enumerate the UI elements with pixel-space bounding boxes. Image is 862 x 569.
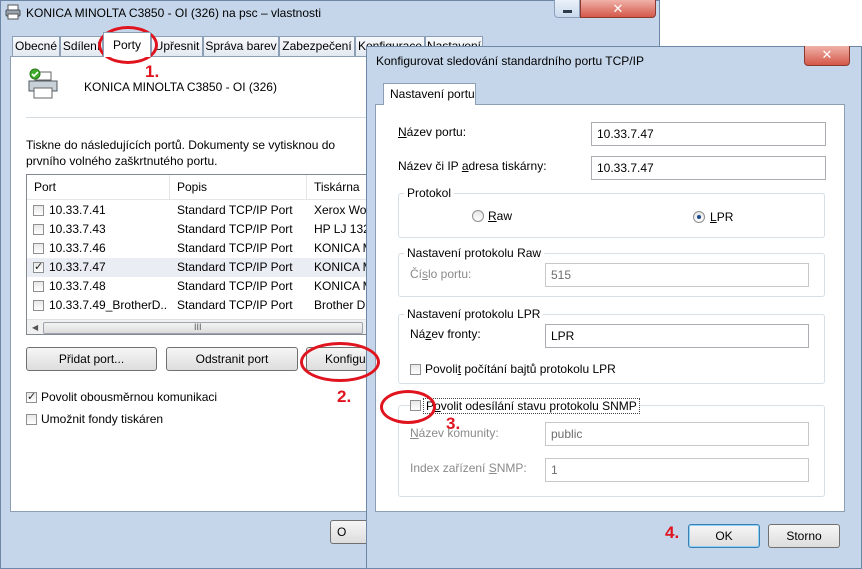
annotation-step-1: 1. [145, 62, 160, 81]
scroll-grip-icon: III [194, 322, 202, 332]
ok-button[interactable]: OK [688, 524, 760, 548]
port-checkbox[interactable] [33, 281, 44, 292]
table-row-selected[interactable]: 10.33.7.47 Standard TCP/IP Port KONICA M [27, 258, 371, 277]
port-printer: Xerox Wor [314, 203, 371, 217]
table-row[interactable]: 10.33.7.43 Standard TCP/IP Port HP LJ 13… [27, 220, 371, 239]
delete-port-button[interactable]: Odstranit port [166, 347, 298, 371]
annotation-step-3: 3. [446, 414, 461, 433]
port-checkbox[interactable] [33, 224, 44, 235]
port-description: Standard TCP/IP Port [177, 241, 293, 255]
window-title: KONICA MINOLTA C3850 - OI (326) na psc –… [26, 6, 322, 20]
snmp-status-checkbox[interactable] [410, 400, 421, 411]
lpr-byte-count-label: Povolit počítání bajtů protokolu LPR [425, 362, 616, 376]
lpr-settings-title: Nastavení protokolu LPR [404, 307, 544, 321]
separator [26, 117, 366, 118]
tab-general[interactable]: Obecné [12, 36, 60, 56]
port-checkbox[interactable] [33, 205, 44, 216]
raw-settings-title: Nastavení protokolu Raw [404, 246, 545, 260]
scroll-left-arrow-icon[interactable]: ◀ [32, 323, 38, 332]
printer-pooling-label: Umožnit fondy tiskáren [41, 412, 164, 426]
port-description: Standard TCP/IP Port [177, 298, 293, 312]
snmp-group [398, 405, 825, 497]
port-name: 10.33.7.48 [49, 279, 106, 293]
port-name-field[interactable]: 10.33.7.47 [591, 122, 826, 146]
lpr-byte-count-checkbox[interactable] [410, 364, 421, 375]
raw-port-number-label: Číslo portu: [410, 267, 472, 281]
port-checkbox[interactable] [33, 243, 44, 254]
port-name: 10.33.7.46 [49, 241, 106, 255]
tab-security[interactable]: Zabezpečení [279, 36, 355, 56]
cancel-button[interactable]: Storno [768, 524, 840, 548]
port-printer: HP LJ 1320 [314, 222, 371, 236]
protocol-group-title: Protokol [404, 186, 455, 200]
tab-sharing[interactable]: Sdílení [60, 36, 103, 56]
column-header-printer[interactable]: Tiskárna [307, 175, 370, 199]
list-header: Port Popis Tiskárna [27, 175, 370, 200]
column-header-description[interactable]: Popis [170, 175, 307, 199]
dialog-title: Konfigurovat sledování standardního port… [376, 54, 644, 68]
snmp-index-field[interactable]: 1 [545, 458, 809, 482]
annotation-step-4: 4. [665, 523, 680, 542]
port-checkbox[interactable] [33, 300, 44, 311]
table-row[interactable]: 10.33.7.49_BrotherD... Standard TCP/IP P… [27, 296, 371, 315]
column-header-port[interactable]: Port [27, 175, 170, 199]
tab-ports[interactable]: Porty [103, 32, 151, 57]
printer-address-label: Název či IP adresa tiskárny: [398, 159, 547, 173]
raw-radio[interactable] [472, 210, 484, 222]
printer-large-icon [28, 68, 58, 99]
minimize-button[interactable] [554, 0, 580, 18]
ports-list[interactable]: Port Popis Tiskárna 10.33.7.41 Standard … [26, 174, 371, 335]
port-printer: Brother DC [314, 298, 371, 312]
lpr-label: LPR [710, 210, 734, 224]
port-name: 10.33.7.41 [49, 203, 106, 217]
snmp-index-label: Index zařízení SNMP: [410, 461, 527, 475]
protocol-group [398, 193, 825, 238]
table-row[interactable]: 10.33.7.41 Standard TCP/IP Port Xerox Wo… [27, 201, 371, 220]
annotation-circle-snmp [380, 390, 436, 424]
scrollbar-thumb[interactable]: III [43, 322, 363, 334]
port-printer: KONICA M [314, 241, 371, 255]
port-name: 10.33.7.47 [49, 260, 106, 274]
bidirectional-label: Povolit obousměrnou komunikaci [41, 390, 218, 404]
queue-name-field[interactable]: LPR [545, 324, 809, 348]
raw-port-number-field[interactable]: 515 [545, 263, 809, 287]
port-printer: KONICA M [314, 260, 371, 274]
port-description: Standard TCP/IP Port [177, 260, 293, 274]
snmp-status-label: Povolit odesílání stavu protokolu SNMP [423, 398, 640, 414]
port-description: Standard TCP/IP Port [177, 203, 293, 217]
bidirectional-checkbox[interactable] [26, 390, 37, 403]
printer-name: KONICA MINOLTA C3850 - OI (326) [84, 80, 277, 94]
port-checkbox-checked[interactable] [33, 260, 44, 273]
raw-label: Raw [488, 209, 513, 223]
horizontal-scrollbar[interactable]: ◀ III [27, 319, 370, 334]
dialog-close-button[interactable]: ✕ [804, 46, 850, 66]
tab-port-settings[interactable]: Nastavení portu [383, 83, 476, 105]
tab-advanced[interactable]: Upřesnit [151, 36, 203, 56]
port-name: 10.33.7.43 [49, 222, 106, 236]
port-name-label: Název portu: [398, 125, 467, 139]
printer-icon [5, 4, 21, 20]
table-row[interactable]: 10.33.7.46 Standard TCP/IP Port KONICA M [27, 239, 371, 258]
printer-pooling-checkbox[interactable] [26, 414, 37, 425]
close-button[interactable]: ✕ [580, 0, 656, 18]
community-name-field[interactable]: public [545, 422, 809, 446]
queue-name-label: Název fronty: [410, 327, 481, 341]
printer-address-field[interactable]: 10.33.7.47 [591, 156, 826, 180]
port-printer: KONICA M [314, 279, 371, 293]
tab-color-management[interactable]: Správa barev [203, 36, 279, 56]
annotation-step-2: 2. [337, 387, 352, 406]
port-description: Standard TCP/IP Port [177, 222, 293, 236]
port-name: 10.33.7.49_BrotherD... [49, 298, 167, 312]
port-description: Standard TCP/IP Port [177, 279, 293, 293]
table-row[interactable]: 10.33.7.48 Standard TCP/IP Port KONICA M [27, 277, 371, 296]
annotation-circle-configure [300, 342, 380, 382]
ports-description: Tiskne do následujících portů. Dokumenty… [26, 138, 336, 168]
lpr-radio-selected[interactable] [693, 211, 705, 223]
add-port-button[interactable]: Přidat port... [26, 347, 157, 371]
